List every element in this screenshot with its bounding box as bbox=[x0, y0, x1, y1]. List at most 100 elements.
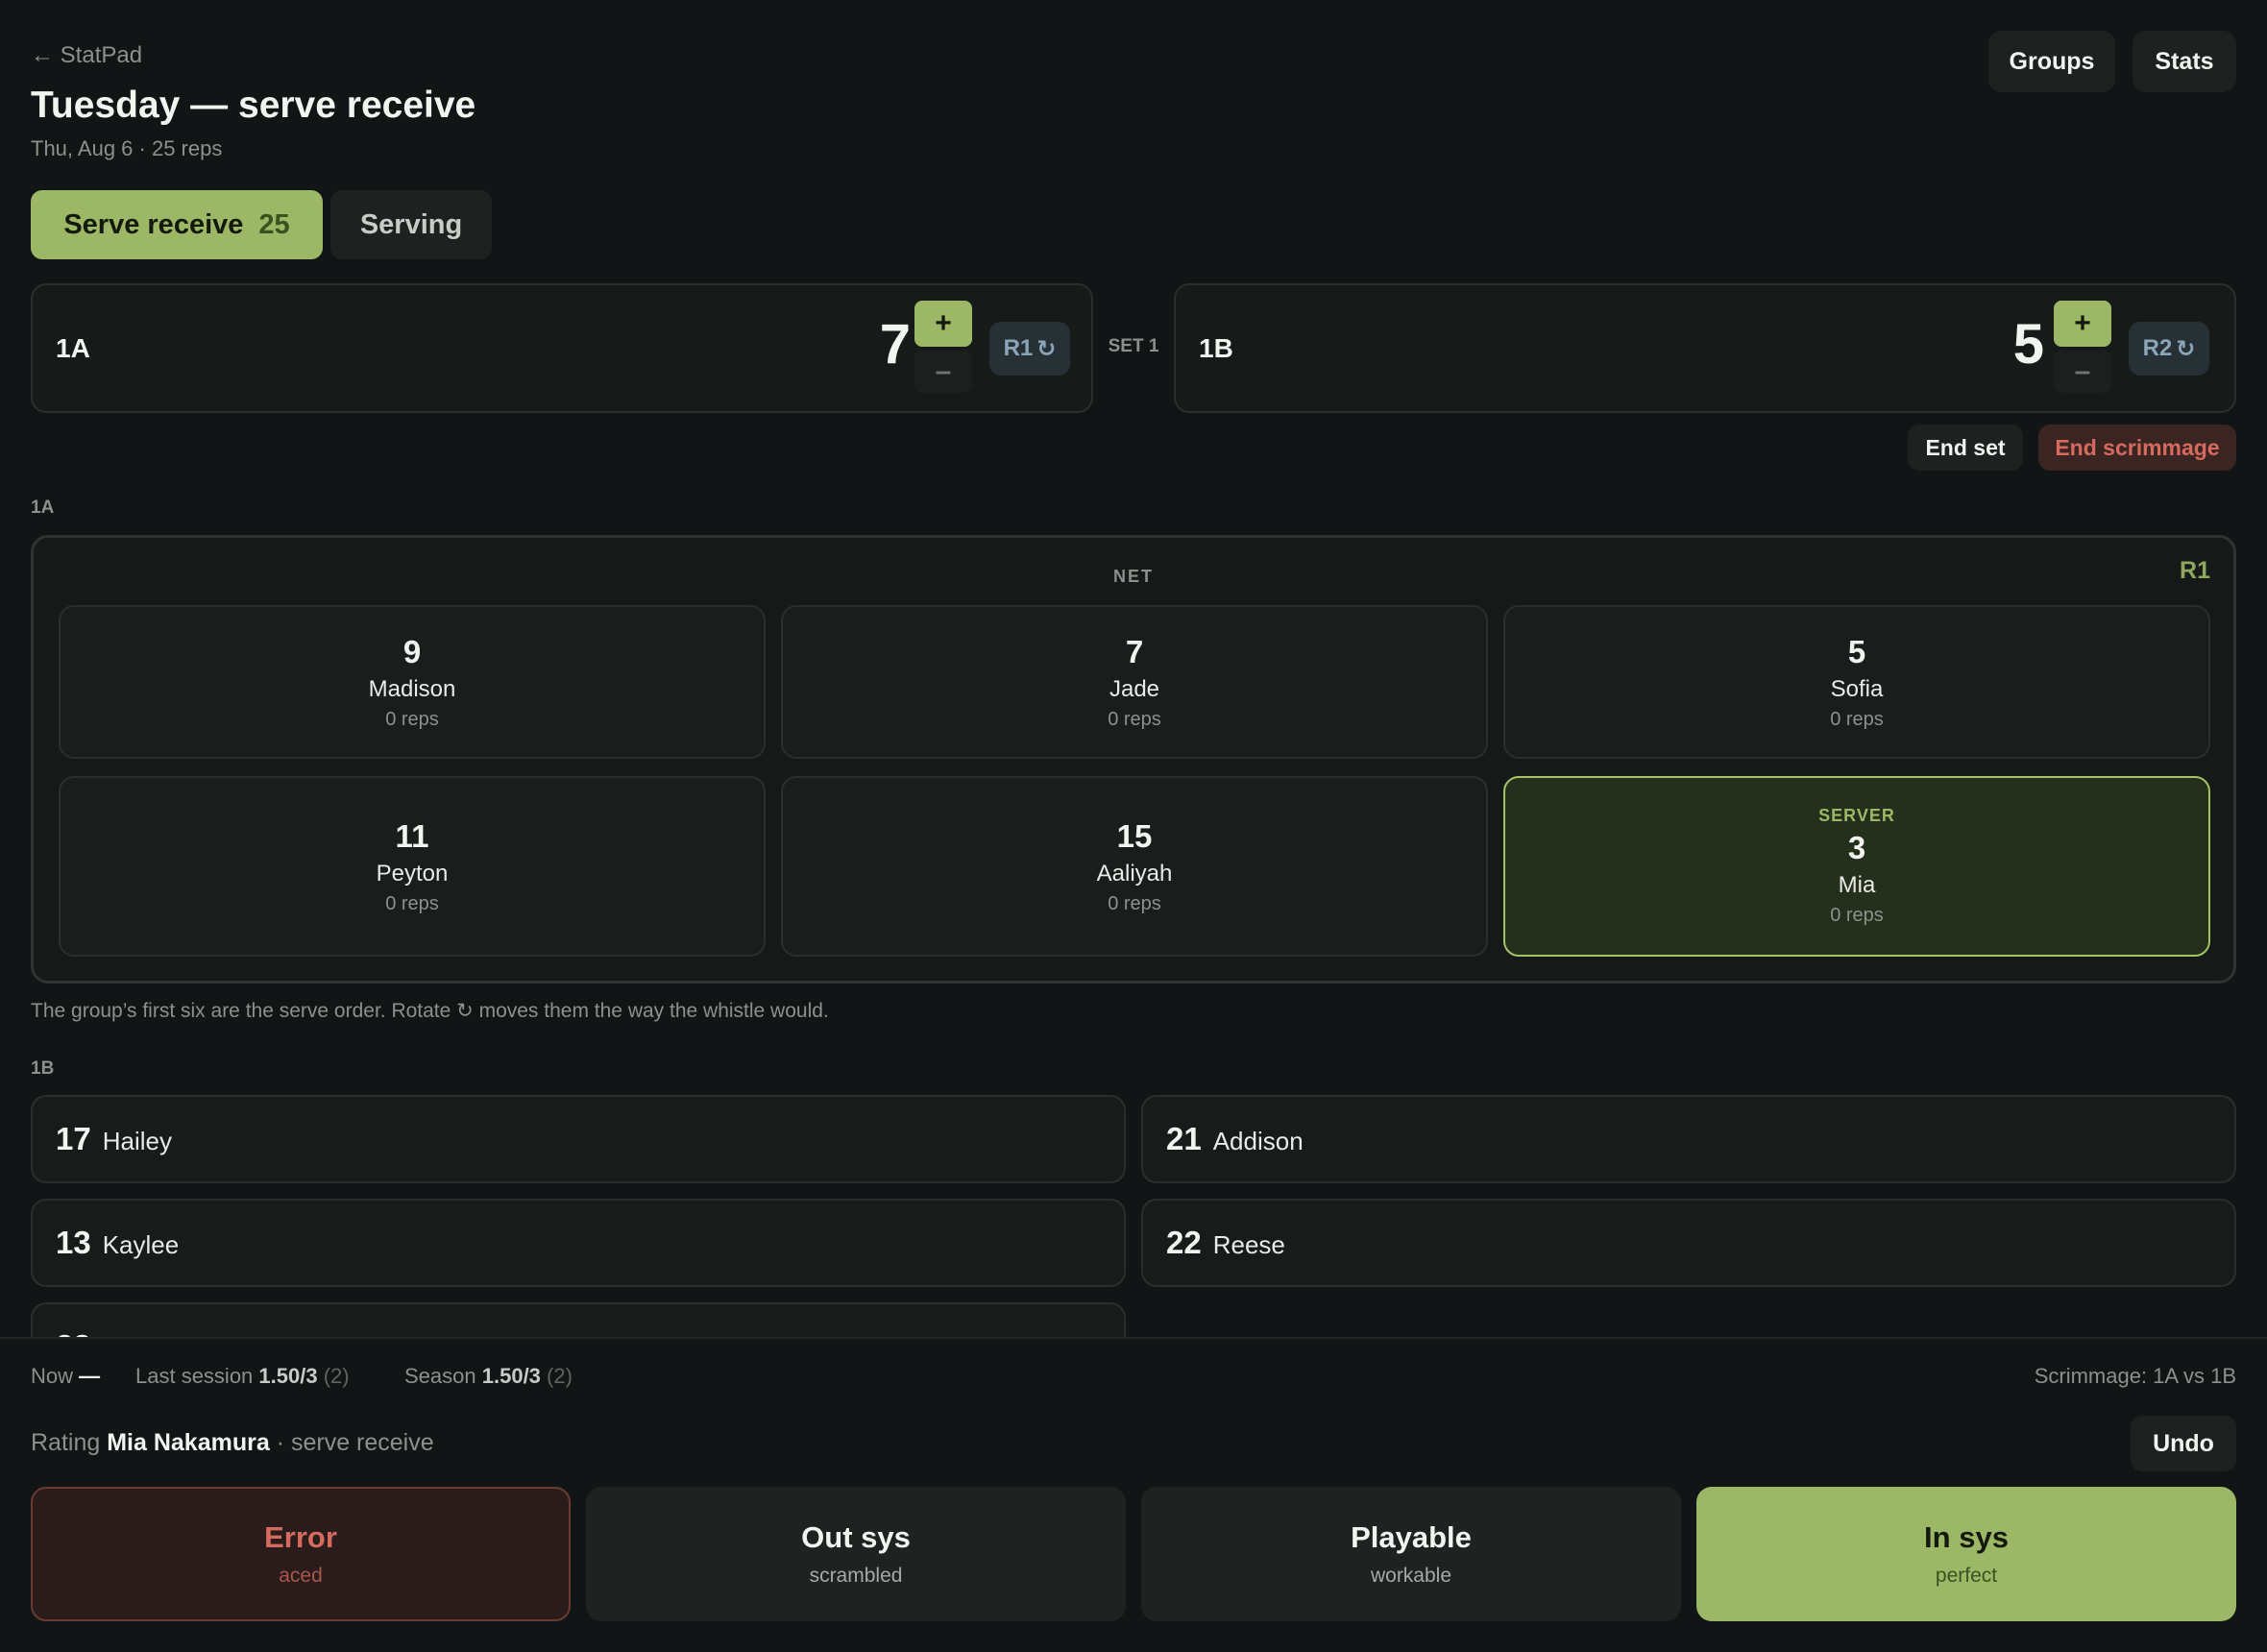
court-player[interactable]: 7 Jade 0 reps bbox=[781, 605, 1488, 759]
team-score: 5 bbox=[2012, 313, 2044, 376]
player-number: 22 bbox=[1166, 1225, 1202, 1260]
bench-player[interactable]: 21 Addison bbox=[1141, 1095, 2236, 1183]
rotate-icon: ↻ bbox=[2176, 335, 2196, 362]
stats-button[interactable]: Stats bbox=[2133, 31, 2236, 92]
stat-now: Now — bbox=[31, 1364, 100, 1389]
stat-value: — bbox=[79, 1364, 101, 1388]
player-number: 21 bbox=[1166, 1121, 1202, 1156]
rate-label: Error bbox=[264, 1520, 337, 1554]
rate-label: In sys bbox=[1924, 1520, 2009, 1554]
rotation-label: R1 bbox=[1003, 335, 1034, 361]
court-section-label: 1A bbox=[31, 498, 55, 518]
scoreboard-team-b: 1B 5 + – R2 ↻ bbox=[1174, 283, 2236, 413]
player-reps: 0 reps bbox=[385, 708, 439, 730]
player-name: Reese bbox=[1212, 1229, 1285, 1259]
rate-sublabel: perfect bbox=[1935, 1565, 1998, 1587]
rate-sublabel: aced bbox=[279, 1565, 323, 1587]
back-link[interactable]: ← StatPad bbox=[31, 42, 142, 69]
player-number: 13 bbox=[56, 1225, 91, 1260]
bench-section-label: 1B bbox=[31, 1058, 55, 1079]
end-scrimmage-button[interactable]: End scrimmage bbox=[2038, 425, 2236, 471]
player-number: 9 bbox=[402, 633, 422, 669]
player-name: Jade bbox=[1109, 675, 1160, 702]
groups-button[interactable]: Groups bbox=[1988, 31, 2115, 92]
page-title: Tuesday — serve receive bbox=[31, 85, 476, 126]
server-tag: SERVER bbox=[1818, 806, 1895, 825]
player-name: Addison bbox=[1212, 1126, 1304, 1155]
player-number: 7 bbox=[1125, 633, 1144, 669]
tab-serving[interactable]: Serving bbox=[330, 190, 492, 259]
rate-in-sys-button[interactable]: In sys perfect bbox=[1696, 1487, 2236, 1621]
rotate-button[interactable]: R1 ↻ bbox=[989, 322, 1070, 376]
player-reps: 0 reps bbox=[1830, 708, 1884, 730]
rate-error-button[interactable]: Error aced bbox=[31, 1487, 571, 1621]
rating-player-name: Mia Nakamura bbox=[107, 1429, 270, 1456]
tab-label: Serving bbox=[359, 208, 463, 240]
stat-season: Season 1.50/3 (2) bbox=[404, 1364, 573, 1389]
stat-label: Season bbox=[404, 1364, 476, 1388]
court: NET R1 9 Madison 0 reps 7 Jade 0 reps 5 … bbox=[31, 535, 2236, 984]
player-name: Mia bbox=[1838, 872, 1876, 898]
increment-score-button[interactable]: + bbox=[914, 301, 972, 347]
bench-player[interactable]: 13 Kaylee bbox=[31, 1199, 1126, 1287]
bench-player[interactable]: 22 Reese bbox=[1141, 1199, 2236, 1287]
player-reps: 0 reps bbox=[385, 892, 439, 914]
player-number: 5 bbox=[1847, 633, 1866, 669]
scrimmage-label: Scrimmage: 1A vs 1B bbox=[2034, 1364, 2236, 1388]
stat-count: (2) bbox=[323, 1364, 350, 1388]
rate-playable-button[interactable]: Playable workable bbox=[1141, 1487, 1681, 1621]
end-set-button[interactable]: End set bbox=[1908, 425, 2023, 471]
rate-sublabel: workable bbox=[1370, 1565, 1452, 1587]
undo-button[interactable]: Undo bbox=[2131, 1416, 2236, 1471]
player-name: Hailey bbox=[102, 1126, 172, 1155]
rate-label: Out sys bbox=[801, 1520, 911, 1554]
player-number: 15 bbox=[1116, 817, 1153, 854]
team-name: 1B bbox=[1199, 333, 1233, 363]
player-name: Madison bbox=[368, 675, 456, 702]
rate-label: Playable bbox=[1351, 1520, 1472, 1554]
court-player[interactable]: 15 Aaliyah 0 reps bbox=[781, 776, 1488, 957]
court-player[interactable]: 11 Peyton 0 reps bbox=[59, 776, 766, 957]
page-subtitle: Thu, Aug 6 · 25 reps bbox=[31, 136, 223, 160]
player-name: Sofia bbox=[1830, 675, 1884, 702]
stat-count: (2) bbox=[547, 1364, 573, 1388]
rate-out-sys-button[interactable]: Out sys scrambled bbox=[586, 1487, 1126, 1621]
stat-label: Now bbox=[31, 1364, 74, 1388]
team-name: 1A bbox=[56, 333, 90, 363]
bench-player[interactable]: 17 Hailey bbox=[31, 1095, 1126, 1183]
court-player[interactable]: 9 Madison 0 reps bbox=[59, 605, 766, 759]
player-name: Aaliyah bbox=[1096, 860, 1173, 887]
set-indicator: SET 1 bbox=[1108, 336, 1159, 356]
rate-sublabel: scrambled bbox=[809, 1565, 903, 1587]
stat-value: 1.50/3 bbox=[258, 1364, 318, 1388]
stat-label: Last session bbox=[135, 1364, 254, 1388]
rating-prefix: Rating bbox=[31, 1429, 101, 1456]
scoreboard-team-a: 1A 7 + – R1 ↻ bbox=[31, 283, 1093, 413]
serve-order-hint: The group’s first six are the serve orde… bbox=[31, 1000, 829, 1022]
player-reps: 0 reps bbox=[1108, 892, 1161, 914]
player-name: Peyton bbox=[376, 860, 449, 887]
rotate-button[interactable]: R2 ↻ bbox=[2129, 322, 2209, 376]
rating-context: Rating Mia Nakamura · serve receive bbox=[31, 1429, 434, 1457]
decrement-score-button[interactable]: – bbox=[2054, 351, 2111, 393]
tab-label: Serve receive bbox=[63, 208, 244, 240]
player-number: 3 bbox=[1847, 830, 1866, 865]
player-reps: 0 reps bbox=[1108, 708, 1161, 730]
court-player[interactable]: 5 Sofia 0 reps bbox=[1503, 605, 2210, 759]
stat-value: 1.50/3 bbox=[481, 1364, 541, 1388]
court-rotation-label: R1 bbox=[2180, 557, 2210, 584]
tab-count: 25 bbox=[258, 208, 290, 240]
player-name: Kaylee bbox=[102, 1229, 180, 1259]
court-player-server[interactable]: SERVER 3 Mia 0 reps bbox=[1503, 776, 2210, 957]
player-reps: 0 reps bbox=[1830, 905, 1884, 926]
tab-serve-receive[interactable]: Serve receive 25 bbox=[31, 190, 323, 259]
stat-last-session: Last session 1.50/3 (2) bbox=[135, 1364, 350, 1389]
rotate-icon: ↻ bbox=[1036, 335, 1057, 362]
net-label: NET bbox=[1113, 567, 1154, 586]
player-number: 11 bbox=[395, 817, 429, 854]
decrement-score-button[interactable]: – bbox=[914, 351, 972, 393]
increment-score-button[interactable]: + bbox=[2054, 301, 2111, 347]
rotation-label: R2 bbox=[2142, 335, 2173, 361]
rating-skill: · serve receive bbox=[276, 1429, 434, 1456]
player-number: 17 bbox=[56, 1121, 91, 1156]
